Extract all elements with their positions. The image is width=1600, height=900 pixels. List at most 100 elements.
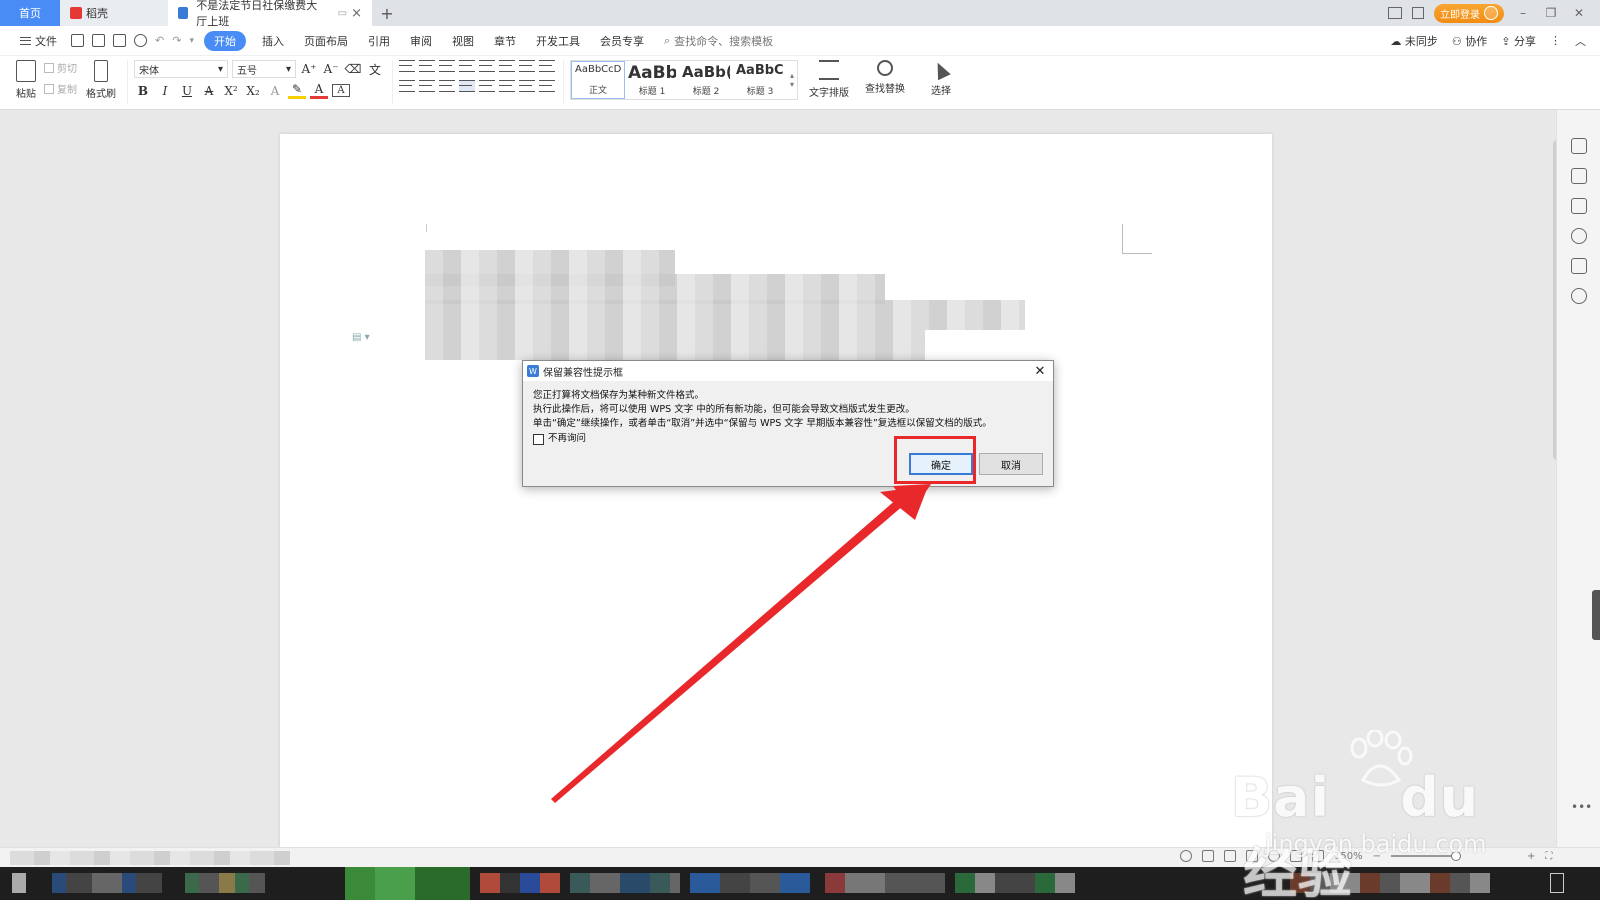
style-scroll-icon[interactable]: ▴ ▾ [787, 61, 797, 99]
tab-document[interactable]: 不是法定节日社保缴费大厅上班 ▭ × [168, 0, 372, 28]
cancel-button[interactable]: 取消 [979, 453, 1043, 475]
strikethrough-button[interactable]: A [200, 84, 218, 98]
tab-home[interactable]: 首页 [0, 0, 60, 26]
align-right-icon[interactable] [439, 80, 455, 92]
numbered-list-icon[interactable] [419, 60, 435, 72]
italic-button[interactable]: I [156, 84, 174, 98]
bold-button[interactable]: B [134, 84, 152, 98]
fullscreen-icon[interactable]: ⛶ [1545, 851, 1552, 862]
bullet-list-icon[interactable] [399, 60, 415, 72]
minimize-icon[interactable]: – [1514, 6, 1532, 20]
file-menu[interactable]: 文件 [10, 33, 67, 49]
align-center-icon[interactable] [419, 80, 435, 92]
style-heading-1[interactable]: AaBb 标题 1 [625, 61, 679, 99]
text-layout-button[interactable]: 文字排版 [804, 60, 854, 99]
menu-tab-developer[interactable]: 开发工具 [526, 33, 590, 49]
cut-button[interactable]: 剪切 [44, 60, 77, 75]
shading-icon[interactable] [519, 80, 535, 92]
export-pdf-icon[interactable] [92, 34, 105, 47]
taskbar-app[interactable] [825, 873, 945, 893]
menu-tab-member[interactable]: 会员专享 [590, 33, 654, 49]
taskbar-app[interactable] [690, 873, 810, 893]
decrease-indent-icon[interactable] [439, 60, 455, 72]
chinese-layout-icon[interactable] [479, 60, 495, 72]
tab-pin-icon[interactable]: ▭ [338, 8, 347, 19]
notification-icon[interactable] [1550, 873, 1564, 893]
undo-icon[interactable]: ↶ [151, 34, 168, 47]
taskbar-app[interactable] [955, 873, 1075, 893]
menu-tab-layout[interactable]: 页面布局 [294, 33, 358, 49]
adjust-icon[interactable] [1571, 198, 1587, 214]
show-marks-icon[interactable] [519, 60, 535, 72]
menu-tab-section[interactable]: 章节 [484, 33, 526, 49]
distribute-icon[interactable] [479, 80, 495, 92]
menu-tab-home[interactable]: 开始 [203, 30, 246, 51]
help-icon[interactable] [1571, 228, 1587, 244]
phonetic-icon[interactable]: 文 [366, 61, 384, 78]
page-view-icon[interactable] [1202, 850, 1214, 862]
start-icon[interactable] [12, 873, 26, 893]
text-effect-button[interactable]: A [266, 84, 284, 98]
highlight-icon[interactable]: ✎ [288, 82, 306, 99]
menu-tab-references[interactable]: 引用 [358, 33, 400, 49]
clear-format-icon[interactable]: ⌫ [344, 62, 362, 76]
dialog-close-icon[interactable]: ✕ [1027, 364, 1053, 379]
copy-button[interactable]: 复制 [44, 81, 77, 96]
sort-icon[interactable] [499, 60, 515, 72]
find-replace-button[interactable]: 查找替换 [860, 60, 910, 95]
shrink-font-icon[interactable]: A⁻ [322, 62, 340, 76]
layout-icon[interactable] [1388, 7, 1402, 19]
quick-access-dropdown-icon[interactable]: ▾ [185, 36, 198, 46]
restore-icon[interactable]: ❐ [1542, 6, 1560, 20]
sync-button[interactable]: ☁ 未同步 [1390, 33, 1438, 49]
taskbar-app-active[interactable] [345, 867, 470, 900]
paste-button[interactable]: 粘贴 [8, 60, 44, 100]
table-tools-icon[interactable] [539, 60, 555, 72]
tab-wps-store[interactable]: 稻壳 [60, 0, 168, 26]
more-icon[interactable]: ⋮ [1550, 34, 1561, 47]
collapse-ribbon-icon[interactable]: ︿ [1575, 33, 1586, 49]
eye-protect-icon[interactable] [1180, 850, 1192, 862]
align-justify-icon[interactable] [459, 80, 475, 92]
superscript-button[interactable]: X² [222, 84, 240, 98]
image-tool-icon[interactable] [1571, 258, 1587, 274]
document-page[interactable]: ▤ ▾ [280, 134, 1272, 847]
document-anchor-icon[interactable]: ▤ ▾ [352, 332, 370, 343]
tab-close-icon[interactable]: × [351, 6, 362, 21]
select-arrow-icon[interactable] [1571, 168, 1587, 184]
font-family-select[interactable]: 宋体 ▾ [134, 60, 228, 78]
font-size-select[interactable]: 五号 ▾ [232, 60, 296, 78]
taskbar-app[interactable] [570, 873, 680, 893]
close-window-icon[interactable]: ✕ [1570, 6, 1588, 20]
taskbar-app[interactable] [480, 873, 560, 893]
redo-icon[interactable]: ↷ [168, 34, 185, 47]
new-tab-button[interactable]: + [372, 0, 402, 26]
print-preview-icon[interactable] [134, 34, 147, 47]
borders-icon[interactable] [539, 80, 555, 92]
taskbar-app[interactable] [185, 873, 265, 893]
side-panel-handle[interactable] [1592, 590, 1600, 640]
font-color-button[interactable]: A [310, 82, 328, 99]
subscript-button[interactable]: X₂ [244, 84, 262, 98]
share-button[interactable]: ⇪ 分享 [1501, 33, 1536, 49]
more-options-icon[interactable]: ••• [1571, 800, 1592, 814]
line-spacing-icon[interactable] [499, 80, 515, 92]
save-icon[interactable] [71, 34, 84, 47]
select-button[interactable]: 选择 [916, 59, 966, 97]
taskbar-app[interactable] [52, 873, 162, 893]
print-icon[interactable] [113, 34, 126, 47]
edit-pen-icon[interactable] [1571, 138, 1587, 154]
menu-tab-view[interactable]: 视图 [442, 33, 484, 49]
grow-font-icon[interactable]: A⁺ [300, 62, 318, 76]
dont-ask-checkbox[interactable] [533, 433, 544, 445]
location-icon[interactable] [1571, 288, 1587, 304]
login-button[interactable]: 立即登录 [1434, 3, 1504, 23]
align-left-icon[interactable] [399, 80, 415, 92]
underline-button[interactable]: U [178, 84, 196, 98]
style-normal[interactable]: AaBbCcDd 正文 [571, 61, 625, 99]
apps-grid-icon[interactable] [1412, 7, 1424, 19]
format-painter-button[interactable]: 格式刷 [83, 60, 119, 100]
menu-tab-review[interactable]: 审阅 [400, 33, 442, 49]
increase-indent-icon[interactable] [459, 60, 475, 72]
menu-tab-insert[interactable]: 插入 [252, 33, 294, 49]
